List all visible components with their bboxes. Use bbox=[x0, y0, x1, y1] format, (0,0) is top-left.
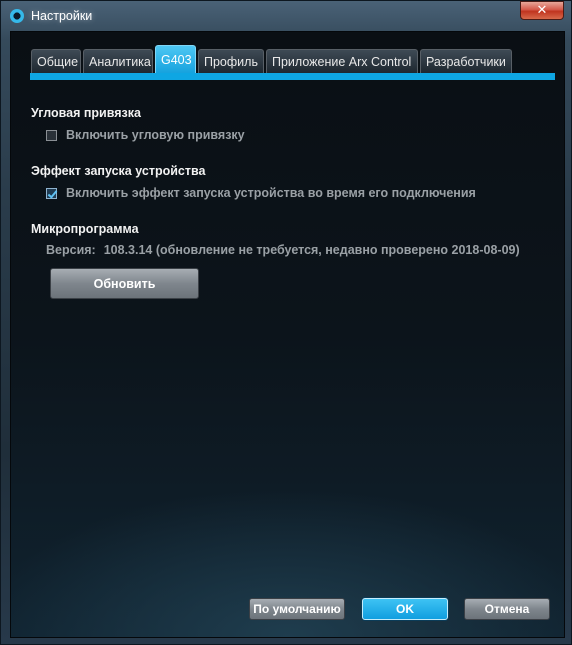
startup-effect-label: Включить эффект запуска устройства во вр… bbox=[66, 186, 476, 200]
firmware-version-value: 108.3.14 (обновление не требуется, недав… bbox=[103, 243, 520, 257]
update-firmware-button[interactable]: Обновить bbox=[50, 268, 199, 299]
tab-g403[interactable]: G403 bbox=[155, 45, 196, 74]
tab-underline bbox=[30, 73, 555, 80]
checkmark-icon[interactable] bbox=[46, 187, 57, 199]
ok-button[interactable]: OK bbox=[362, 598, 448, 620]
settings-window: Настройки ✕ Общие Аналитика G403 Профиль… bbox=[0, 0, 572, 645]
firmware-version-label: Версия: bbox=[46, 243, 96, 257]
angle-snapping-heading: Угловая привязка bbox=[31, 106, 141, 120]
startup-effect-heading: Эффект запуска устройства bbox=[31, 164, 206, 178]
startup-effect-option[interactable]: Включить эффект запуска устройства во вр… bbox=[46, 186, 476, 200]
logitech-g-icon bbox=[10, 9, 24, 23]
angle-snapping-label: Включить угловую привязку bbox=[66, 128, 245, 142]
close-button[interactable]: ✕ bbox=[520, 1, 564, 20]
window-title: Настройки bbox=[31, 9, 93, 23]
firmware-version: Версия: 108.3.14 (обновление не требуется… bbox=[46, 243, 520, 257]
angle-snapping-checkbox[interactable] bbox=[46, 129, 57, 141]
title-bar[interactable]: Настройки ✕ bbox=[1, 1, 572, 31]
tab-profile[interactable]: Профиль bbox=[198, 49, 264, 74]
settings-content: Общие Аналитика G403 Профиль Приложение … bbox=[10, 31, 565, 638]
tab-bar: Общие Аналитика G403 Профиль Приложение … bbox=[31, 44, 514, 74]
tab-arx-control[interactable]: Приложение Arx Control bbox=[266, 49, 418, 74]
firmware-heading: Микропрограмма bbox=[31, 222, 139, 236]
tab-developers[interactable]: Разработчики bbox=[420, 49, 512, 74]
restore-defaults-button[interactable]: По умолчанию bbox=[249, 598, 345, 620]
tab-analytics[interactable]: Аналитика bbox=[83, 49, 153, 74]
angle-snapping-option[interactable]: Включить угловую привязку bbox=[46, 128, 245, 142]
cancel-button[interactable]: Отмена bbox=[464, 598, 550, 620]
close-icon: ✕ bbox=[536, 3, 548, 18]
tab-general[interactable]: Общие bbox=[31, 49, 81, 74]
